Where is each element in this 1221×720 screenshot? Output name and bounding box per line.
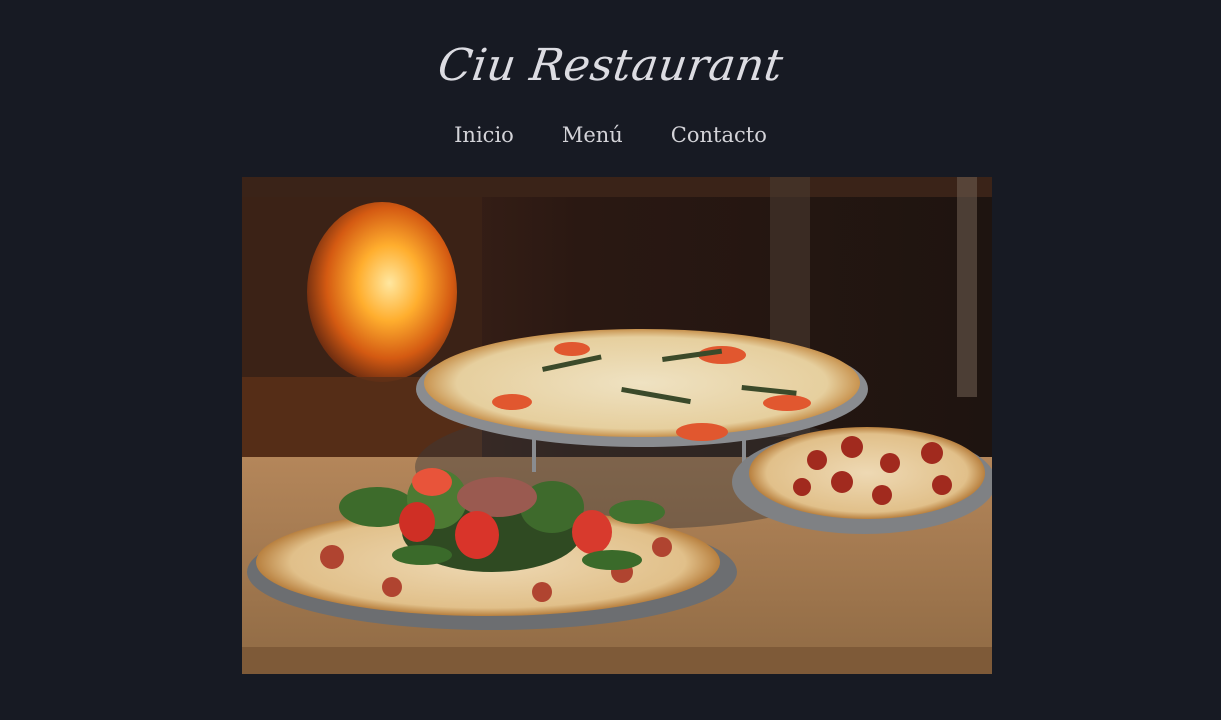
nav-item-contacto[interactable]: Contacto [671,120,767,150]
hero-image [242,177,992,674]
pizza-photo [242,177,992,674]
nav-item-inicio[interactable]: Inicio [454,120,514,150]
site-logo[interactable]: Ciu Restaurant [0,36,1221,96]
site-header: Ciu Restaurant Inicio Menú Contacto [0,0,1221,177]
main-nav: Inicio Menú Contacto [0,120,1221,150]
nav-item-menu[interactable]: Menú [562,120,623,150]
